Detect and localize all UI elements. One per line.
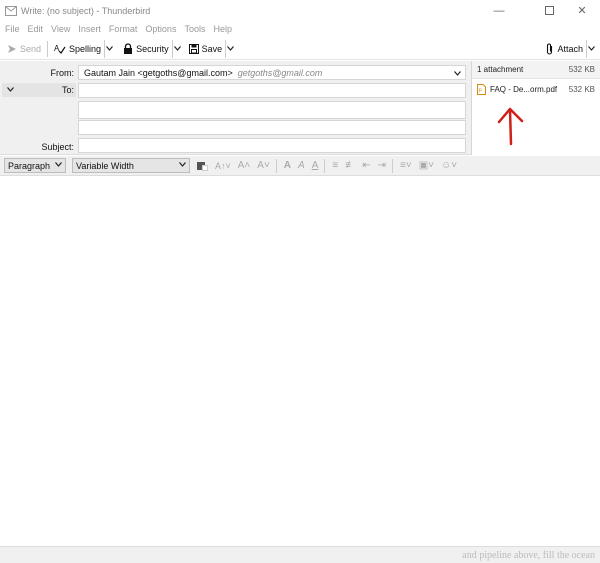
message-body[interactable] — [0, 177, 600, 546]
font-value: Variable Width — [76, 160, 134, 171]
chevron-down-icon — [451, 67, 463, 79]
compose-icon — [5, 5, 17, 16]
close-button[interactable]: ✕ — [562, 0, 600, 21]
font-smaller-icon[interactable]: A˅ — [257, 160, 270, 171]
save-icon — [188, 43, 199, 54]
align-icon[interactable]: ≡˅ — [400, 160, 412, 171]
save-dropdown[interactable] — [225, 39, 235, 58]
insert-image-icon[interactable]: ▣˅ — [419, 160, 434, 171]
bold-icon[interactable]: A — [284, 160, 291, 171]
format-divider — [324, 158, 326, 173]
chevron-down-icon — [179, 162, 186, 167]
address-fields: From: Gautam Jain <getgoths@gmail.com> g… — [0, 61, 470, 155]
send-label: Send — [20, 43, 42, 54]
spelling-icon: A — [54, 44, 66, 54]
from-select[interactable]: Gautam Jain <getgoths@gmail.com> getgoth… — [78, 65, 466, 80]
menu-format[interactable]: Format — [109, 24, 138, 34]
paragraph-value: Paragraph — [8, 160, 51, 171]
chevron-down-icon — [106, 46, 114, 51]
text-color-icon[interactable] — [197, 160, 208, 171]
menu-view[interactable]: View — [51, 24, 70, 34]
chevron-down-icon — [55, 162, 62, 167]
menu-help[interactable]: Help — [213, 24, 232, 34]
spelling-button[interactable]: A Spelling — [51, 40, 104, 58]
security-button[interactable]: Security — [120, 40, 172, 58]
from-value: Gautam Jain <getgoths@gmail.com> — [84, 67, 233, 78]
format-divider — [392, 158, 393, 173]
to-label: To: — [61, 85, 74, 95]
spelling-label: Spelling — [69, 43, 102, 54]
status-text: and pipeline above, fill the ocean — [462, 550, 595, 561]
attachment-header[interactable]: 1 attachment 532 KB — [472, 61, 600, 79]
attachment-name: FAQ - De...orm.pdf — [490, 84, 558, 94]
subject-label: Subject: — [41, 142, 74, 152]
chevron-down-icon — [588, 46, 595, 51]
save-label: Save — [201, 43, 223, 54]
from-label: From: — [50, 68, 75, 78]
window-title: Write: (no subject) - Thunderbird — [21, 5, 151, 16]
attach-label: Attach — [557, 43, 583, 54]
attachment-pane: 1 attachment 532 KB P FAQ - De...orm.pdf… — [471, 61, 600, 155]
attach-dropdown[interactable] — [586, 39, 596, 58]
emoji-icon[interactable]: ☺˅ — [441, 160, 457, 171]
menu-file[interactable]: File — [5, 24, 20, 34]
menu-insert[interactable]: Insert — [78, 24, 101, 34]
font-larger-icon[interactable]: A˄ — [238, 160, 251, 171]
send-icon — [8, 44, 16, 53]
font-select[interactable]: Variable Width — [72, 158, 190, 173]
chevron-down-icon — [173, 46, 181, 51]
send-button[interactable]: Send — [4, 40, 44, 58]
recipient-type-select[interactable]: To: — [2, 83, 76, 97]
underline-icon[interactable]: A — [312, 160, 319, 171]
attachment-size: 532 KB — [568, 84, 595, 94]
outdent-icon[interactable]: ⇤ — [362, 160, 370, 171]
minimize-icon: — — [493, 4, 505, 17]
to-input[interactable] — [78, 83, 466, 98]
from-identity: getgoths@gmail.com — [237, 67, 323, 78]
italic-icon[interactable]: A — [298, 160, 305, 171]
spelling-dropdown[interactable] — [104, 39, 114, 58]
paperclip-icon — [547, 43, 553, 55]
format-divider — [275, 158, 277, 173]
numbered-list-icon[interactable]: ≢ — [345, 160, 355, 171]
maximize-icon — [544, 6, 554, 15]
status-bar: and pipeline above, fill the ocean — [0, 546, 600, 563]
menu-bar: File Edit View Insert Format Options Too… — [0, 21, 600, 37]
attach-button[interactable]: Attach — [543, 40, 586, 58]
chevron-down-icon — [7, 87, 14, 92]
annotation-arrow-icon — [497, 107, 524, 146]
compose-toolbar: Send A Spelling Security Save Attach — [0, 38, 600, 60]
chevron-down-icon — [227, 46, 235, 51]
menu-tools[interactable]: Tools — [184, 24, 205, 34]
title-bar: Write: (no subject) - Thunderbird — ✕ — [0, 0, 600, 21]
attachment-count: 1 attachment — [477, 65, 524, 74]
security-dropdown[interactable] — [171, 39, 182, 58]
security-label: Security — [136, 43, 169, 54]
format-toolbar: Paragraph Variable Width A↑˅ A˄ A˅ A A A… — [0, 156, 600, 176]
minimize-button[interactable]: — — [479, 0, 519, 21]
subject-input[interactable] — [78, 138, 466, 153]
recipient-input-2[interactable] — [78, 101, 466, 119]
lock-icon — [124, 43, 133, 54]
menu-options[interactable]: Options — [145, 24, 176, 34]
bullet-list-icon[interactable]: ≡ — [332, 160, 338, 171]
attachment-item[interactable]: P FAQ - De...orm.pdf 532 KB — [472, 80, 600, 98]
paragraph-select[interactable]: Paragraph — [4, 158, 66, 173]
save-button[interactable]: Save — [186, 40, 226, 58]
pdf-file-icon: P — [477, 83, 486, 95]
close-icon: ✕ — [577, 5, 587, 17]
toolbar-divider — [47, 40, 49, 57]
indent-icon[interactable]: ⇥ — [378, 160, 386, 171]
recipient-input-3[interactable] — [78, 120, 466, 135]
font-size-icon[interactable]: A↑˅ — [215, 161, 231, 171]
attachment-total-size: 532 KB — [568, 65, 595, 74]
menu-edit[interactable]: Edit — [28, 24, 44, 34]
